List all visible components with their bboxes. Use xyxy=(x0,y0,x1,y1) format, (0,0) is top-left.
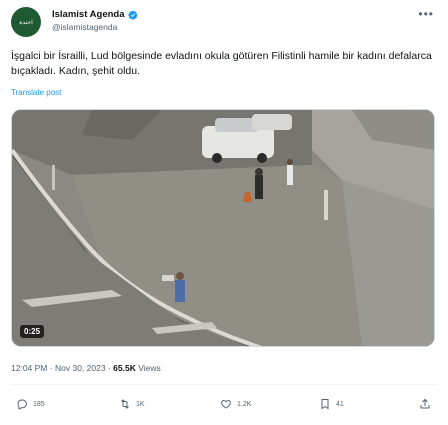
video-frame xyxy=(12,110,434,346)
reply-icon xyxy=(17,399,28,410)
video-duration: 0:25 xyxy=(20,325,45,338)
repost-button[interactable]: 1K xyxy=(119,398,145,410)
translate-post-link[interactable]: Translate post xyxy=(11,88,61,97)
like-count: 1.2K xyxy=(237,400,252,408)
share-icon xyxy=(420,398,430,409)
more-options-icon[interactable]: ••• xyxy=(418,7,434,21)
reply-count: 185 xyxy=(33,400,45,408)
like-button[interactable]: 1.2K xyxy=(220,398,251,410)
video-player[interactable]: 0:25 xyxy=(11,109,435,347)
post-date[interactable]: Nov 30, 2023 xyxy=(55,363,106,373)
bookmark-icon xyxy=(321,399,329,410)
heart-icon xyxy=(221,399,231,409)
post-text: İşgalci bir İsrailli, Lud bölgesinde evl… xyxy=(11,50,432,77)
divider xyxy=(11,384,437,385)
author-handle[interactable]: @islamistagenda xyxy=(52,22,117,32)
bookmark-button[interactable]: 41 xyxy=(319,398,344,410)
action-bar: 185 1K 1.2K 41 xyxy=(16,398,434,414)
post-time[interactable]: 12:04 PM xyxy=(11,363,47,373)
meta-separator-2: · xyxy=(107,363,111,373)
repost-count: 1K xyxy=(136,400,145,408)
views-count: 65.5K xyxy=(113,363,136,373)
repost-icon xyxy=(121,399,129,409)
views-label: Views xyxy=(138,363,161,373)
share-button[interactable] xyxy=(419,398,431,410)
post-meta: 12:04 PM · Nov 30, 2023 · 65.5K Views xyxy=(11,363,161,373)
author-name-row[interactable]: Islamist Agenda xyxy=(52,9,138,20)
avatar[interactable]: اجندة xyxy=(11,7,41,37)
avatar-text: اجندة xyxy=(19,18,33,26)
meta-separator: · xyxy=(49,363,53,373)
author-name[interactable]: Islamist Agenda xyxy=(52,9,125,20)
verified-badge-icon xyxy=(127,10,137,20)
reply-button[interactable]: 185 xyxy=(16,398,45,410)
bookmark-count: 41 xyxy=(336,400,344,408)
